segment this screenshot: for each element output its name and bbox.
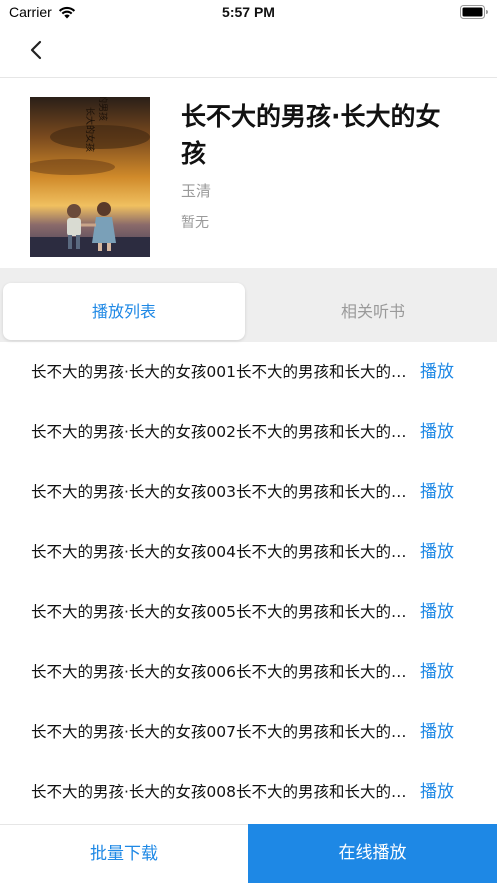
episode-title: 长不大的男孩·长大的女孩002长不大的男孩和长大的女孩 bbox=[31, 423, 407, 441]
play-button[interactable]: 播放 bbox=[420, 462, 454, 522]
play-button[interactable]: 播放 bbox=[420, 762, 454, 822]
list-item[interactable]: 长不大的男孩·长大的女孩007长不大的男孩和长大的女孩 播放 bbox=[0, 702, 497, 762]
episode-title: 长不大的男孩·长大的女孩003长不大的男孩和长大的女孩 bbox=[31, 483, 407, 501]
book-title: 长不大的男孩·长大的女孩 bbox=[181, 102, 441, 168]
status-time: 5:57 PM bbox=[222, 4, 275, 20]
book-description: 暂无 bbox=[181, 215, 209, 231]
list-item[interactable]: 长不大的男孩·长大的女孩001长不大的男孩和长大的女孩 播放 bbox=[0, 342, 497, 402]
episode-list: 长不大的男孩·长大的女孩001长不大的男孩和长大的女孩 播放 长不大的男孩·长大… bbox=[0, 342, 497, 824]
book-cover-image: 长不大的男孩 长大的女孩 bbox=[30, 97, 150, 257]
book-author: 玉清 bbox=[181, 182, 212, 200]
list-item[interactable]: 长不大的男孩·长大的女孩003长不大的男孩和长大的女孩 播放 bbox=[0, 462, 497, 522]
bottom-action-bar: 批量下载 在线播放 bbox=[0, 824, 497, 883]
navigation-bar bbox=[0, 26, 497, 78]
play-button[interactable]: 播放 bbox=[420, 522, 454, 582]
play-button[interactable]: 播放 bbox=[420, 582, 454, 642]
cover-text-line-2: 长大的女孩 bbox=[84, 107, 96, 152]
episode-title: 长不大的男孩·长大的女孩004长不大的男孩和长大的女孩 bbox=[31, 543, 407, 561]
episode-title: 长不大的男孩·长大的女孩007长不大的男孩和长大的女孩 bbox=[31, 723, 407, 741]
play-button[interactable]: 播放 bbox=[420, 702, 454, 762]
cover-text-line-1: 长不大的男孩 bbox=[97, 97, 109, 121]
battery-icon bbox=[460, 5, 488, 19]
book-info: 长不大的男孩 长大的女孩 长不大的男孩·长大的女孩 玉清 暂无 bbox=[0, 78, 497, 268]
play-button[interactable]: 播放 bbox=[420, 402, 454, 462]
batch-download-button[interactable]: 批量下载 bbox=[0, 825, 248, 883]
list-item[interactable]: 长不大的男孩·长大的女孩008长不大的男孩和长大的女孩 播放 bbox=[0, 762, 497, 822]
episode-title: 长不大的男孩·长大的女孩006长不大的男孩和长大的女孩 bbox=[31, 663, 407, 681]
play-button[interactable]: 播放 bbox=[420, 642, 454, 702]
list-item[interactable]: 长不大的男孩·长大的女孩005长不大的男孩和长大的女孩 播放 bbox=[0, 582, 497, 642]
episode-title: 长不大的男孩·长大的女孩008长不大的男孩和长大的女孩 bbox=[31, 783, 407, 801]
chevron-left-icon bbox=[30, 40, 42, 60]
back-button[interactable] bbox=[24, 36, 52, 66]
online-play-button[interactable]: 在线播放 bbox=[248, 824, 497, 883]
tab-bar: 播放列表 相关听书 bbox=[0, 268, 497, 342]
tab-playlist[interactable]: 播放列表 bbox=[3, 283, 245, 340]
episode-title: 长不大的男孩·长大的女孩005长不大的男孩和长大的女孩 bbox=[31, 603, 407, 621]
list-item[interactable]: 长不大的男孩·长大的女孩006长不大的男孩和长大的女孩 播放 bbox=[0, 642, 497, 702]
play-button[interactable]: 播放 bbox=[420, 342, 454, 402]
tab-related-audiobooks[interactable]: 相关听书 bbox=[252, 283, 494, 340]
episode-title: 长不大的男孩·长大的女孩001长不大的男孩和长大的女孩 bbox=[31, 363, 407, 381]
status-bar: Carrier 5:57 PM bbox=[0, 0, 497, 26]
list-item[interactable]: 长不大的男孩·长大的女孩002长不大的男孩和长大的女孩 播放 bbox=[0, 402, 497, 462]
list-item[interactable]: 长不大的男孩·长大的女孩004长不大的男孩和长大的女孩 播放 bbox=[0, 522, 497, 582]
